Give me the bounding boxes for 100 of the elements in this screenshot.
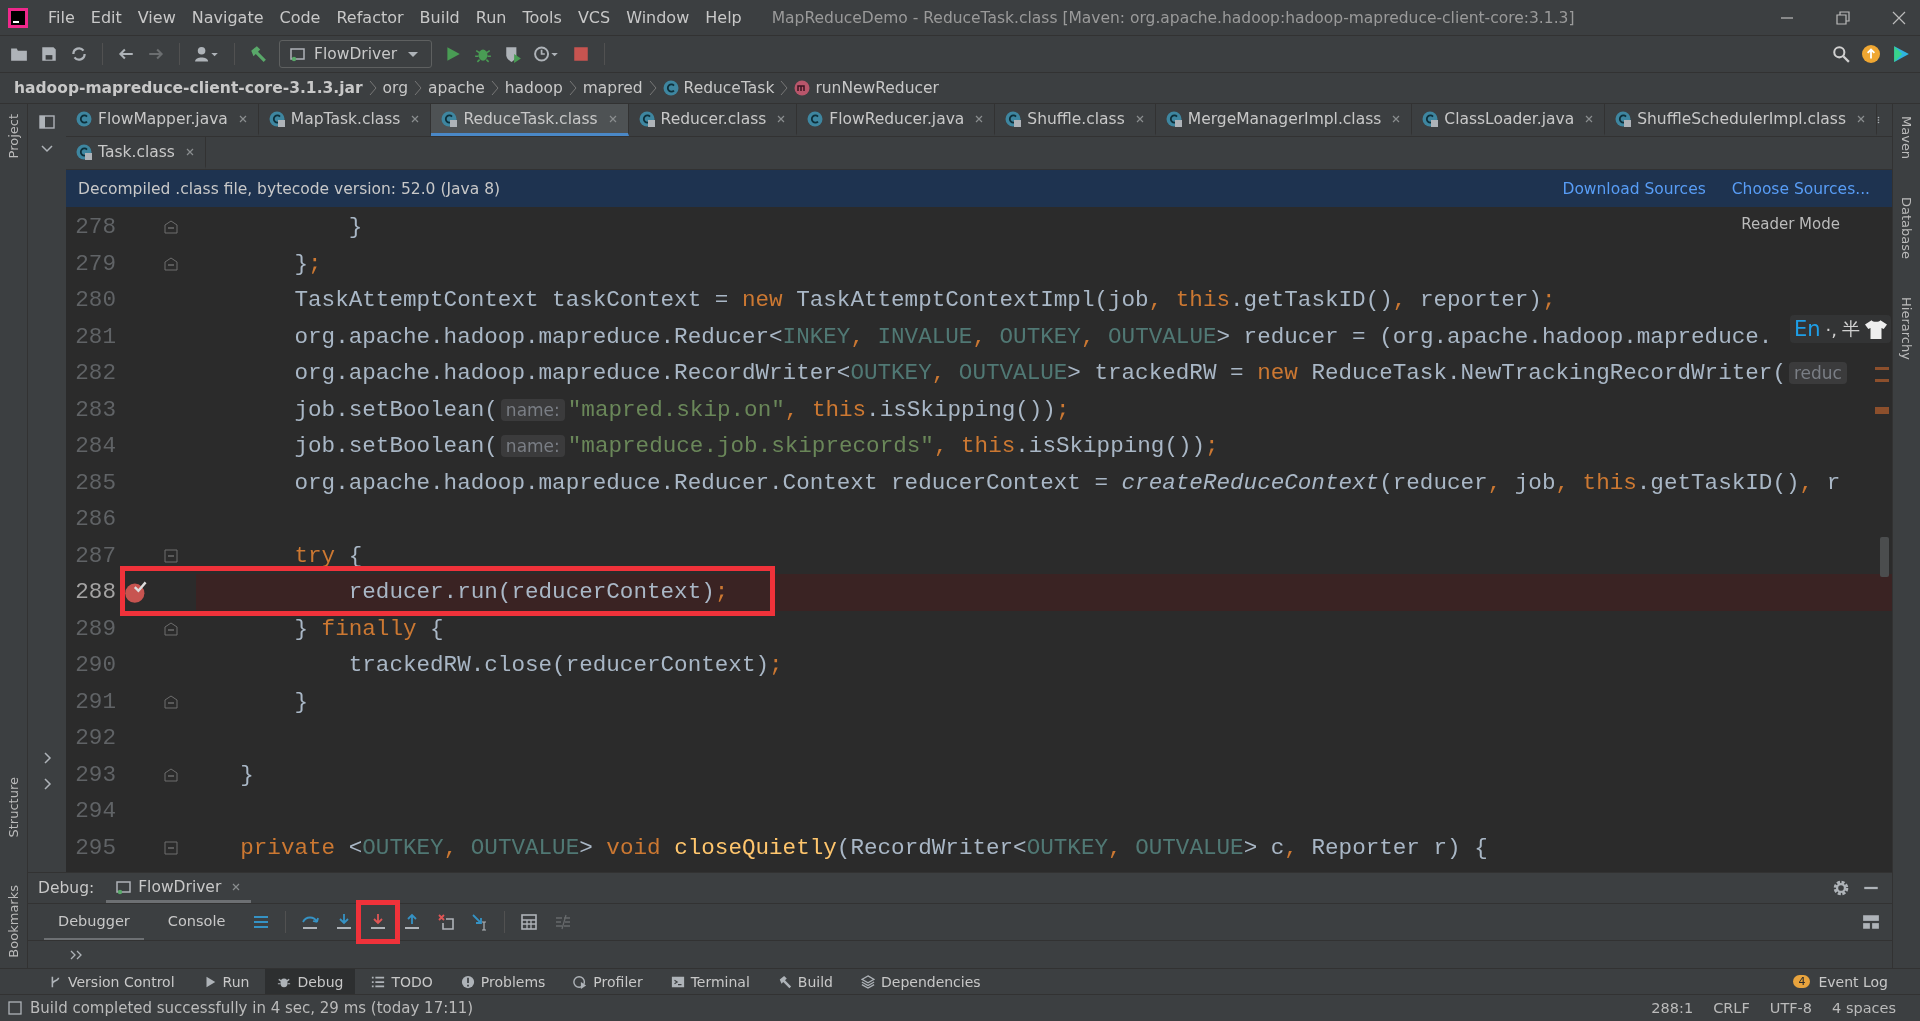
force-step-into-button[interactable] <box>356 900 401 944</box>
fold-marker-icon[interactable] <box>164 694 178 709</box>
debug-label: Debug: <box>38 879 95 897</box>
tool-window-button[interactable]: Version Control <box>36 969 187 994</box>
fold-marker-icon[interactable] <box>164 767 178 782</box>
close-icon[interactable] <box>1134 113 1145 124</box>
panel-toggle-icon[interactable] <box>8 1001 22 1015</box>
menu-item[interactable]: Run <box>467 8 515 27</box>
editor-tab[interactable]: ClassLoader.java <box>1412 104 1606 136</box>
plugin-logo-icon[interactable] <box>1892 45 1910 63</box>
editor-tab[interactable]: Reducer.class <box>628 104 798 136</box>
user-icon[interactable] <box>194 45 220 63</box>
banner-link[interactable]: Download Sources <box>1562 179 1706 198</box>
close-icon[interactable] <box>607 113 618 124</box>
banner-link[interactable]: Choose Sources... <box>1731 179 1870 198</box>
frames-icon <box>252 913 271 931</box>
close-icon[interactable] <box>410 113 421 124</box>
session-tab[interactable]: FlowDriver <box>106 873 252 903</box>
close-icon[interactable] <box>776 113 787 124</box>
editor-tab[interactable]: Shuffle.class <box>995 104 1156 136</box>
breadcrumb[interactable]: runNewReducer <box>794 79 939 97</box>
search-icon[interactable] <box>1832 45 1850 63</box>
save-icon[interactable] <box>40 45 58 63</box>
close-icon[interactable] <box>1391 113 1402 124</box>
editor-tab[interactable]: ShuffleSchedulerImpl.class <box>1605 104 1877 136</box>
restore-icon[interactable] <box>1836 10 1850 25</box>
tool-window-tab[interactable]: Maven <box>1899 112 1914 164</box>
editor-tab[interactable]: FlowReducer.java <box>797 104 996 136</box>
close-icon[interactable] <box>231 881 242 892</box>
class-icon <box>1165 110 1182 127</box>
tool-window-button[interactable]: Debug <box>265 969 356 994</box>
layout-icon[interactable] <box>1862 913 1880 931</box>
status-item[interactable]: 4 spaces <box>1826 1000 1902 1016</box>
breadcrumb[interactable]: hadoop <box>504 79 563 97</box>
fold-marker-icon[interactable] <box>164 840 178 855</box>
close-icon[interactable] <box>237 113 248 124</box>
class-icon <box>441 110 458 127</box>
tool-window-button[interactable]: Dependencies <box>849 969 993 994</box>
code-line: reducer.run(reducerContext); <box>347 579 729 606</box>
menu-item[interactable]: View <box>129 8 184 27</box>
menu-item[interactable]: VCS <box>569 8 619 27</box>
status-item[interactable]: CRLF <box>1707 1000 1756 1016</box>
menu-item[interactable]: File <box>40 8 83 27</box>
breadcrumb[interactable]: org <box>382 79 409 97</box>
fold-marker-icon[interactable] <box>164 621 178 636</box>
menu-item[interactable]: Refactor <box>328 8 412 27</box>
sync-icon[interactable] <box>70 45 88 63</box>
breakpoint-icon[interactable] <box>124 580 148 605</box>
tool-window-tab[interactable]: Database <box>1899 193 1914 264</box>
breadcrumb[interactable]: ReduceTask <box>662 79 775 97</box>
debugger-tab[interactable]: Console <box>153 904 240 940</box>
fold-marker-icon[interactable] <box>164 256 178 271</box>
menu-item[interactable]: Tools <box>514 8 570 27</box>
panel-icon[interactable] <box>39 114 55 130</box>
close-icon[interactable] <box>1856 113 1866 124</box>
breadcrumb[interactable]: mapred <box>582 79 643 97</box>
menu-item[interactable]: Code <box>271 8 329 27</box>
hammer-icon[interactable] <box>249 45 267 63</box>
coverage-icon[interactable] <box>504 45 523 63</box>
menu-item[interactable]: Edit <box>82 8 130 27</box>
reader-mode-link[interactable]: Reader Mode <box>1741 215 1840 233</box>
tool-window-button[interactable]: Run <box>190 969 262 994</box>
editor-tab[interactable]: Task.class <box>66 137 206 169</box>
scrollbar-thumb[interactable] <box>1880 537 1889 577</box>
tool-window-button[interactable]: Build <box>765 969 845 994</box>
status-item[interactable]: 288:1 <box>1645 1000 1700 1016</box>
run-configuration-dropdown[interactable]: FlowDriver <box>279 40 433 68</box>
shirt-icon[interactable] <box>1865 319 1887 339</box>
menu-item[interactable]: Help <box>697 8 750 27</box>
notification-badge: 4 <box>1793 975 1811 988</box>
editor-tab[interactable]: FlowMapper.java <box>66 104 259 136</box>
fold-marker-icon[interactable] <box>164 220 178 235</box>
tool-window-button[interactable]: Profiler <box>561 969 655 994</box>
menu-item[interactable]: Window <box>618 8 698 27</box>
tool-window-tab[interactable]: Project <box>6 110 21 163</box>
chevron-icon <box>648 80 657 96</box>
menu-item[interactable]: Navigate <box>183 8 272 27</box>
fold-marker-icon[interactable] <box>164 548 178 563</box>
folder-icon[interactable] <box>10 45 28 63</box>
breadcrumb[interactable]: hadoop-mapreduce-client-core-3.1.3.jar <box>14 79 363 97</box>
debugger-tab[interactable]: Debugger <box>44 904 144 940</box>
menu-item[interactable]: Build <box>411 8 468 27</box>
tool-window-button[interactable]: TODO <box>359 969 445 994</box>
editor-tab[interactable]: ReduceTask.class <box>431 104 629 136</box>
stop-icon[interactable] <box>572 45 591 63</box>
settings-icon[interactable] <box>1832 879 1850 897</box>
close-icon[interactable] <box>1584 113 1595 124</box>
tool-window-tab[interactable]: Hierarchy <box>1899 293 1914 364</box>
close-icon[interactable] <box>184 146 195 157</box>
close-icon[interactable] <box>974 113 985 124</box>
editor-tab[interactable]: MergeManagerImpl.class <box>1155 104 1413 136</box>
tool-window-button[interactable]: Problems <box>448 969 558 994</box>
breadcrumb[interactable]: apache <box>428 79 485 97</box>
tool-window-button[interactable]: Terminal <box>658 969 762 994</box>
update-icon[interactable] <box>1862 45 1880 63</box>
input-mode-label: En <box>1793 317 1821 341</box>
close-icon[interactable] <box>1892 10 1906 25</box>
tool-window-tab[interactable]: Structure <box>6 772 21 842</box>
tool-window-tab[interactable]: Bookmarks <box>6 881 21 962</box>
status-item[interactable]: UTF-8 <box>1763 1000 1819 1016</box>
